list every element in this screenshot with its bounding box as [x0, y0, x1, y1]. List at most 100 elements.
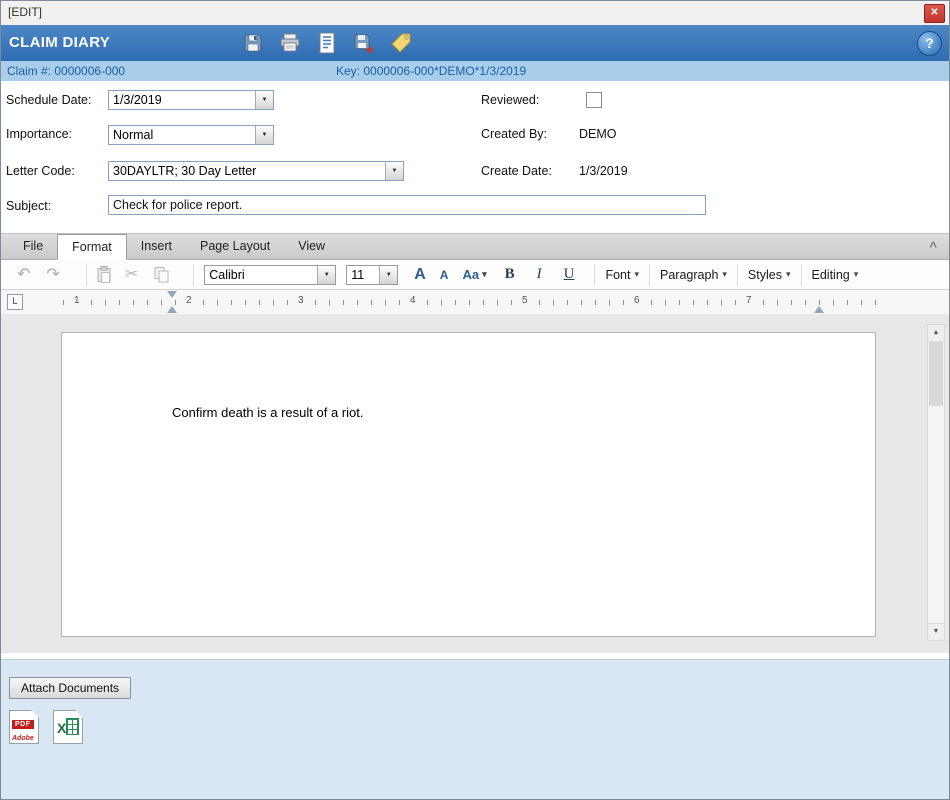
- tag-icon[interactable]: [389, 31, 413, 55]
- underline-button[interactable]: U: [564, 266, 575, 283]
- chevron-down-icon: ▾: [482, 269, 487, 280]
- header-bar: CLAIM DIARY: [1, 25, 949, 61]
- ruler-number: 7: [743, 295, 755, 306]
- save-exit-icon[interactable]: [352, 31, 376, 55]
- schedule-date-select[interactable]: 1/3/2019 ▼: [108, 90, 274, 110]
- create-date-value: 1/3/2019: [579, 164, 628, 178]
- shrink-font-button[interactable]: A: [440, 268, 449, 282]
- toolbar-separator: [737, 264, 738, 286]
- toolbar-separator: [801, 264, 802, 286]
- tab-insert[interactable]: Insert: [127, 234, 186, 259]
- claim-number: Claim #: 0000006-000: [7, 64, 125, 78]
- font-menu-button[interactable]: Font▾: [605, 268, 639, 282]
- format-toolbar: ↶ ↷ ✂ Calibri ▼: [1, 260, 949, 290]
- print-icon[interactable]: [278, 31, 302, 55]
- subject-input[interactable]: [108, 195, 706, 215]
- redo-icon[interactable]: ↷: [46, 267, 59, 283]
- attach-documents-button[interactable]: Attach Documents: [9, 677, 131, 699]
- window-title: [EDIT]: [8, 5, 42, 19]
- tab-file[interactable]: File: [9, 234, 57, 259]
- excel-x-label: X: [57, 720, 66, 736]
- ruler-number: 2: [183, 295, 195, 306]
- styles-menu-button[interactable]: Styles▾: [748, 268, 791, 282]
- pdf-label: PDF: [12, 720, 34, 729]
- help-icon[interactable]: ?: [917, 31, 942, 56]
- importance-label: Importance:: [6, 127, 72, 141]
- chevron-down-icon: ▾: [786, 269, 791, 280]
- cut-icon[interactable]: ✂: [125, 267, 138, 283]
- ruler-number: 4: [407, 295, 419, 306]
- editing-menu-button[interactable]: Editing▾: [812, 268, 859, 282]
- header-toolbar: [241, 31, 413, 55]
- tab-format[interactable]: Format: [57, 234, 127, 260]
- tab-stop-selector[interactable]: L: [7, 294, 23, 310]
- scroll-down-icon[interactable]: ▼: [928, 623, 944, 640]
- font-name-select[interactable]: Calibri ▼: [204, 265, 336, 285]
- letter-editor: File Format Insert Page Layout View ^ ↶ …: [1, 233, 949, 653]
- hanging-indent-marker[interactable]: [167, 306, 177, 313]
- ribbon-tabs: File Format Insert Page Layout View ^: [1, 233, 949, 260]
- vertical-scrollbar[interactable]: ▲ ▼: [927, 324, 945, 641]
- editor-canvas: Confirm death is a result of a riot. ▲ ▼: [1, 314, 949, 653]
- tab-view[interactable]: View: [284, 234, 339, 259]
- ruler-number: 3: [295, 295, 307, 306]
- undo-icon[interactable]: ↶: [17, 267, 30, 283]
- title-bar: [EDIT] ✕: [1, 1, 949, 26]
- page-fold: [75, 710, 83, 718]
- document-text[interactable]: Confirm death is a result of a riot.: [172, 405, 363, 420]
- schedule-date-label: Schedule Date:: [6, 93, 91, 107]
- change-case-button[interactable]: Aa▾: [462, 267, 486, 282]
- info-bar: Claim #: 0000006-000 Key: 0000006-000*DE…: [1, 61, 949, 81]
- tab-page-layout[interactable]: Page Layout: [186, 234, 284, 259]
- page-title: CLAIM DIARY: [9, 34, 110, 51]
- notes-icon[interactable]: [315, 31, 339, 55]
- ruler-number: 5: [519, 295, 531, 306]
- close-icon[interactable]: ✕: [924, 4, 945, 23]
- collapse-ribbon-icon[interactable]: ^: [929, 239, 937, 254]
- font-name-value: Calibri: [209, 268, 244, 282]
- letter-code-value: 30DAYLTR; 30 Day Letter: [113, 164, 256, 178]
- importance-select[interactable]: Normal ▼: [108, 125, 274, 145]
- claim-diary-window: [EDIT] ✕ CLAIM DIARY: [0, 0, 950, 800]
- diary-form: Schedule Date: 1/3/2019 ▼ Reviewed: Impo…: [1, 81, 949, 233]
- scroll-up-icon[interactable]: ▲: [928, 325, 944, 342]
- excel-attachment-icon[interactable]: X: [53, 710, 83, 744]
- chevron-down-icon[interactable]: ▼: [379, 266, 397, 284]
- toolbar-separator: [594, 264, 595, 286]
- create-date-label: Create Date:: [481, 164, 552, 178]
- chevron-down-icon: ▾: [854, 269, 859, 280]
- created-by-label: Created By:: [481, 127, 547, 141]
- toolbar-separator: [649, 264, 650, 286]
- letter-code-label: Letter Code:: [6, 164, 75, 178]
- chevron-down-icon[interactable]: ▼: [255, 91, 273, 109]
- right-indent-marker[interactable]: [814, 306, 824, 313]
- ruler-number: 1: [71, 295, 83, 306]
- paste-icon[interactable]: [97, 266, 111, 283]
- grow-font-button[interactable]: A: [414, 266, 426, 284]
- claim-key: Key: 0000006-000*DEMO*1/3/2019: [336, 64, 526, 78]
- paragraph-menu-button[interactable]: Paragraph▾: [660, 268, 727, 282]
- pdf-attachment-icon[interactable]: PDF Adobe: [9, 710, 39, 744]
- pdf-page: PDF Adobe: [9, 710, 39, 744]
- chevron-down-icon[interactable]: ▼: [317, 266, 335, 284]
- font-size-select[interactable]: 11 ▼: [346, 265, 398, 285]
- reviewed-label: Reviewed:: [481, 93, 539, 107]
- reviewed-checkbox[interactable]: [586, 92, 602, 108]
- chevron-down-icon[interactable]: ▼: [255, 126, 273, 144]
- save-icon[interactable]: [241, 31, 265, 55]
- copy-icon[interactable]: [154, 267, 169, 283]
- letter-code-select[interactable]: 30DAYLTR; 30 Day Letter ▼: [108, 161, 404, 181]
- font-size-value: 11: [351, 268, 364, 282]
- document-page[interactable]: Confirm death is a result of a riot.: [61, 332, 876, 637]
- italic-button[interactable]: I: [537, 266, 542, 283]
- first-line-indent-marker[interactable]: [167, 291, 177, 298]
- toolbar-separator: [193, 264, 194, 286]
- ruler-number: 6: [631, 295, 643, 306]
- created-by-value: DEMO: [579, 127, 617, 141]
- excel-grid: [66, 718, 79, 735]
- scrollbar-thumb[interactable]: [929, 342, 943, 406]
- chevron-down-icon: ▾: [634, 269, 639, 280]
- bold-button[interactable]: B: [505, 266, 515, 283]
- chevron-down-icon[interactable]: ▼: [385, 162, 403, 180]
- chevron-down-icon: ▾: [722, 269, 727, 280]
